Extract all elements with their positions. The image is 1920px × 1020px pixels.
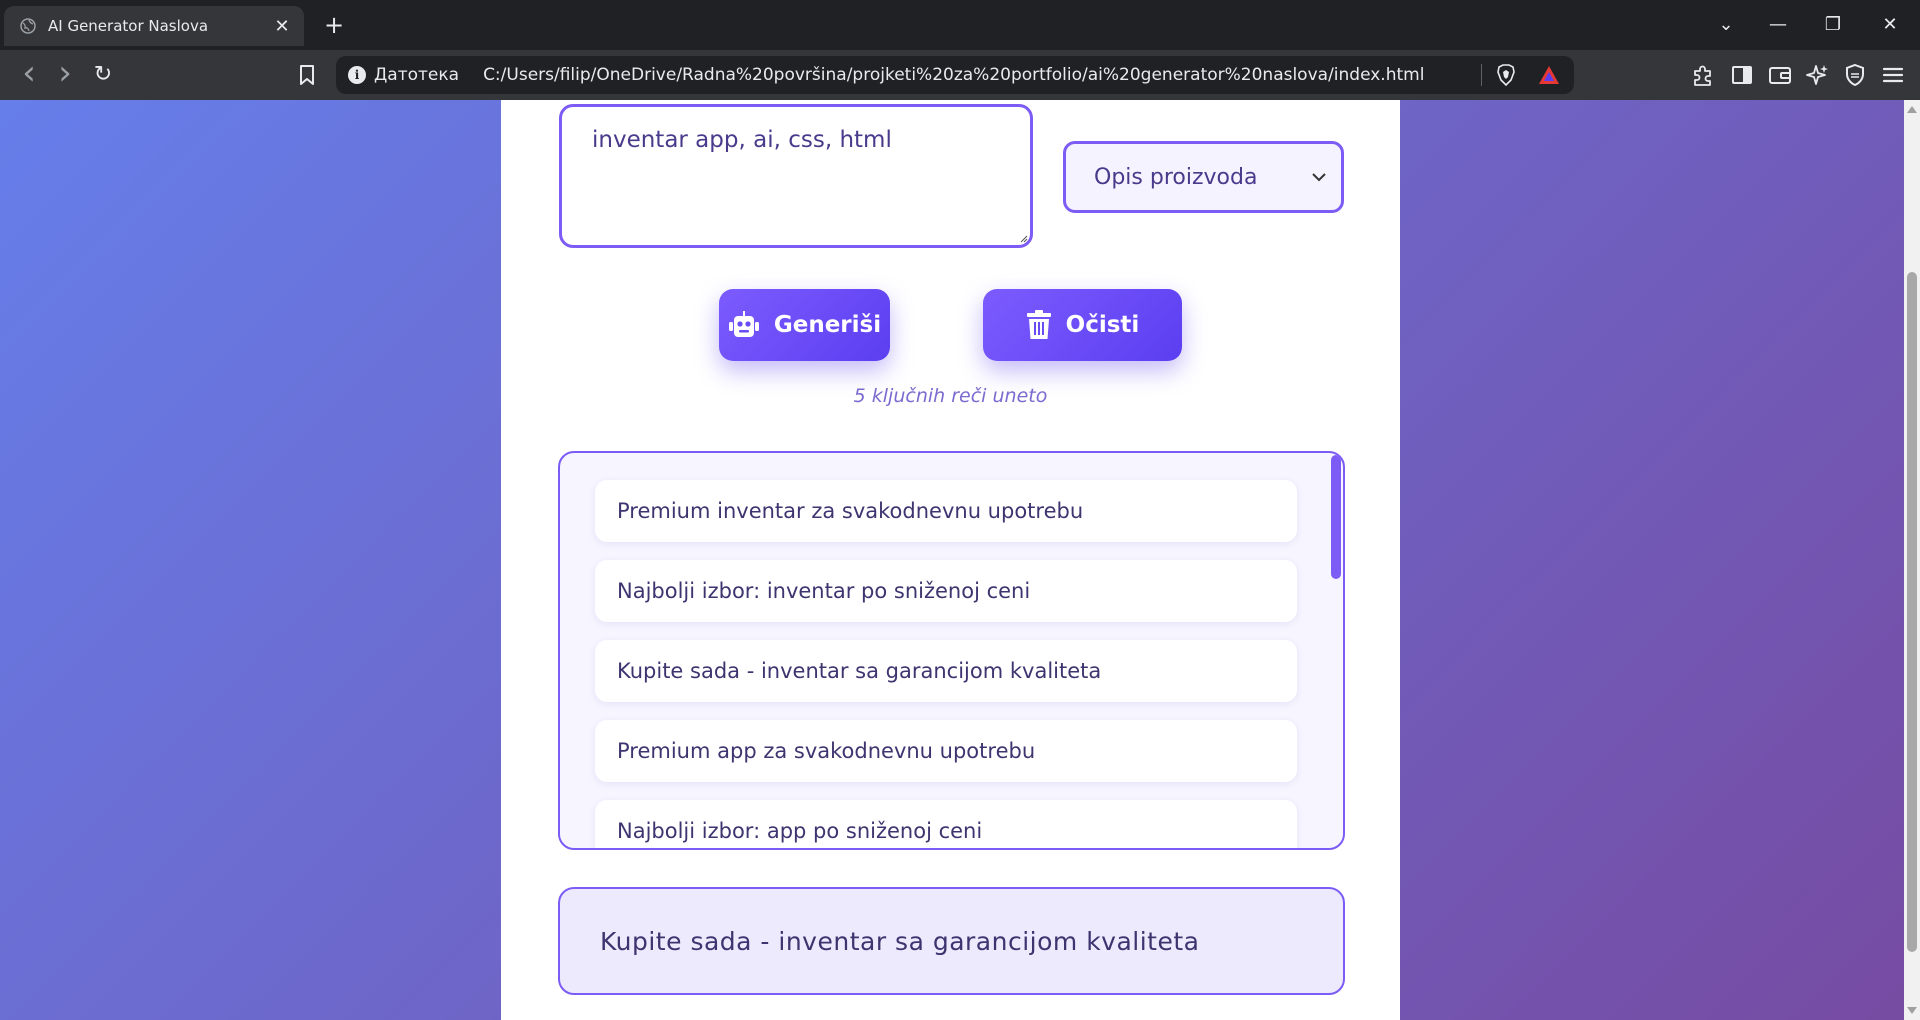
tab-search-chevron-icon[interactable]: ⌄ [1708,11,1744,39]
minimize-button[interactable]: — [1760,11,1796,39]
result-item[interactable]: Kupite sada - inventar sa garancijom kva… [595,640,1297,702]
omnibox-divider [1481,64,1482,86]
browser-tab-active[interactable]: AI Generator Naslova ✕ [4,6,304,46]
keywords-textarea[interactable]: inventar app, ai, css, html [559,104,1033,248]
keyword-count: 5 ključnih reči uneto [853,385,1048,407]
resize-grip-icon[interactable] [1018,233,1028,243]
results-scrollbar[interactable] [1331,453,1343,848]
sidebar-icon[interactable] [1729,62,1755,88]
result-item[interactable]: Najbolji izbor: inventar po sniženoj cen… [595,560,1297,622]
site-info-icon[interactable]: i [348,66,366,84]
page-scrollbar[interactable] [1904,100,1920,1020]
globe-icon [20,18,36,34]
result-item[interactable]: Premium inventar za svakodnevnu upotrebu [595,480,1297,542]
scroll-down-arrow-icon[interactable] [1907,1007,1917,1014]
generate-label: Generiši [773,312,882,338]
browser-toolbar: ‹ › ↻ i Датотека C:/Users/filip/OneDrive… [0,50,1920,100]
menu-hamburger-icon[interactable] [1880,62,1906,88]
scheme-label: Датотека [374,65,460,85]
back-button[interactable]: ‹ [14,56,44,90]
selected-title: Kupite sada - inventar sa garancijom kva… [558,887,1345,995]
result-item[interactable]: Premium app za svakodnevnu upotrebu [595,720,1297,782]
results-list[interactable]: Premium inventar za svakodnevnu upotrebu… [558,451,1345,850]
reload-button[interactable]: ↻ [88,61,118,89]
restore-button[interactable]: ❐ [1815,11,1851,39]
extensions-puzzle-icon[interactable] [1690,62,1716,88]
new-tab-button[interactable]: + [320,11,348,39]
tab-close-icon[interactable]: ✕ [272,16,292,37]
brave-rewards-icon[interactable] [1538,65,1560,85]
robot-icon [728,311,759,337]
url-text[interactable]: C:/Users/filip/OneDrive/Radna%20površina… [483,65,1481,85]
result-item[interactable]: Najbolji izbor: app po sniženoj ceni [595,800,1297,848]
address-bar[interactable]: i Датотека C:/Users/filip/OneDrive/Radna… [336,56,1574,94]
chevron-down-icon [1312,173,1326,182]
generate-button[interactable]: Generiši [719,289,890,361]
wallet-icon[interactable] [1767,62,1793,88]
generator-card: inventar app, ai, css, html Opis proizvo… [501,100,1400,1020]
clear-label: Očisti [1065,312,1140,338]
leo-ai-icon[interactable] [1804,62,1830,88]
keywords-value: inventar app, ai, css, html [592,127,892,153]
bookmark-icon[interactable] [294,62,320,88]
clear-button[interactable]: Očisti [983,289,1182,361]
vpn-shield-icon[interactable] [1842,62,1868,88]
tab-strip: AI Generator Naslova ✕ + ⌄ — ❐ ✕ [0,0,1920,50]
title-type-value: Opis proizvoda [1094,164,1258,190]
page-scrollbar-thumb[interactable] [1907,272,1917,952]
brave-shields-icon[interactable] [1496,64,1516,86]
trash-icon [1026,310,1051,339]
page-viewport: inventar app, ai, css, html Opis proizvo… [0,100,1920,1020]
tab-title: AI Generator Naslova [48,17,209,35]
results-scrollbar-thumb[interactable] [1331,455,1341,579]
scroll-up-arrow-icon[interactable] [1907,106,1917,113]
forward-button[interactable]: › [50,56,80,90]
close-window-button[interactable]: ✕ [1872,11,1908,39]
title-type-select[interactable]: Opis proizvoda [1063,141,1344,213]
